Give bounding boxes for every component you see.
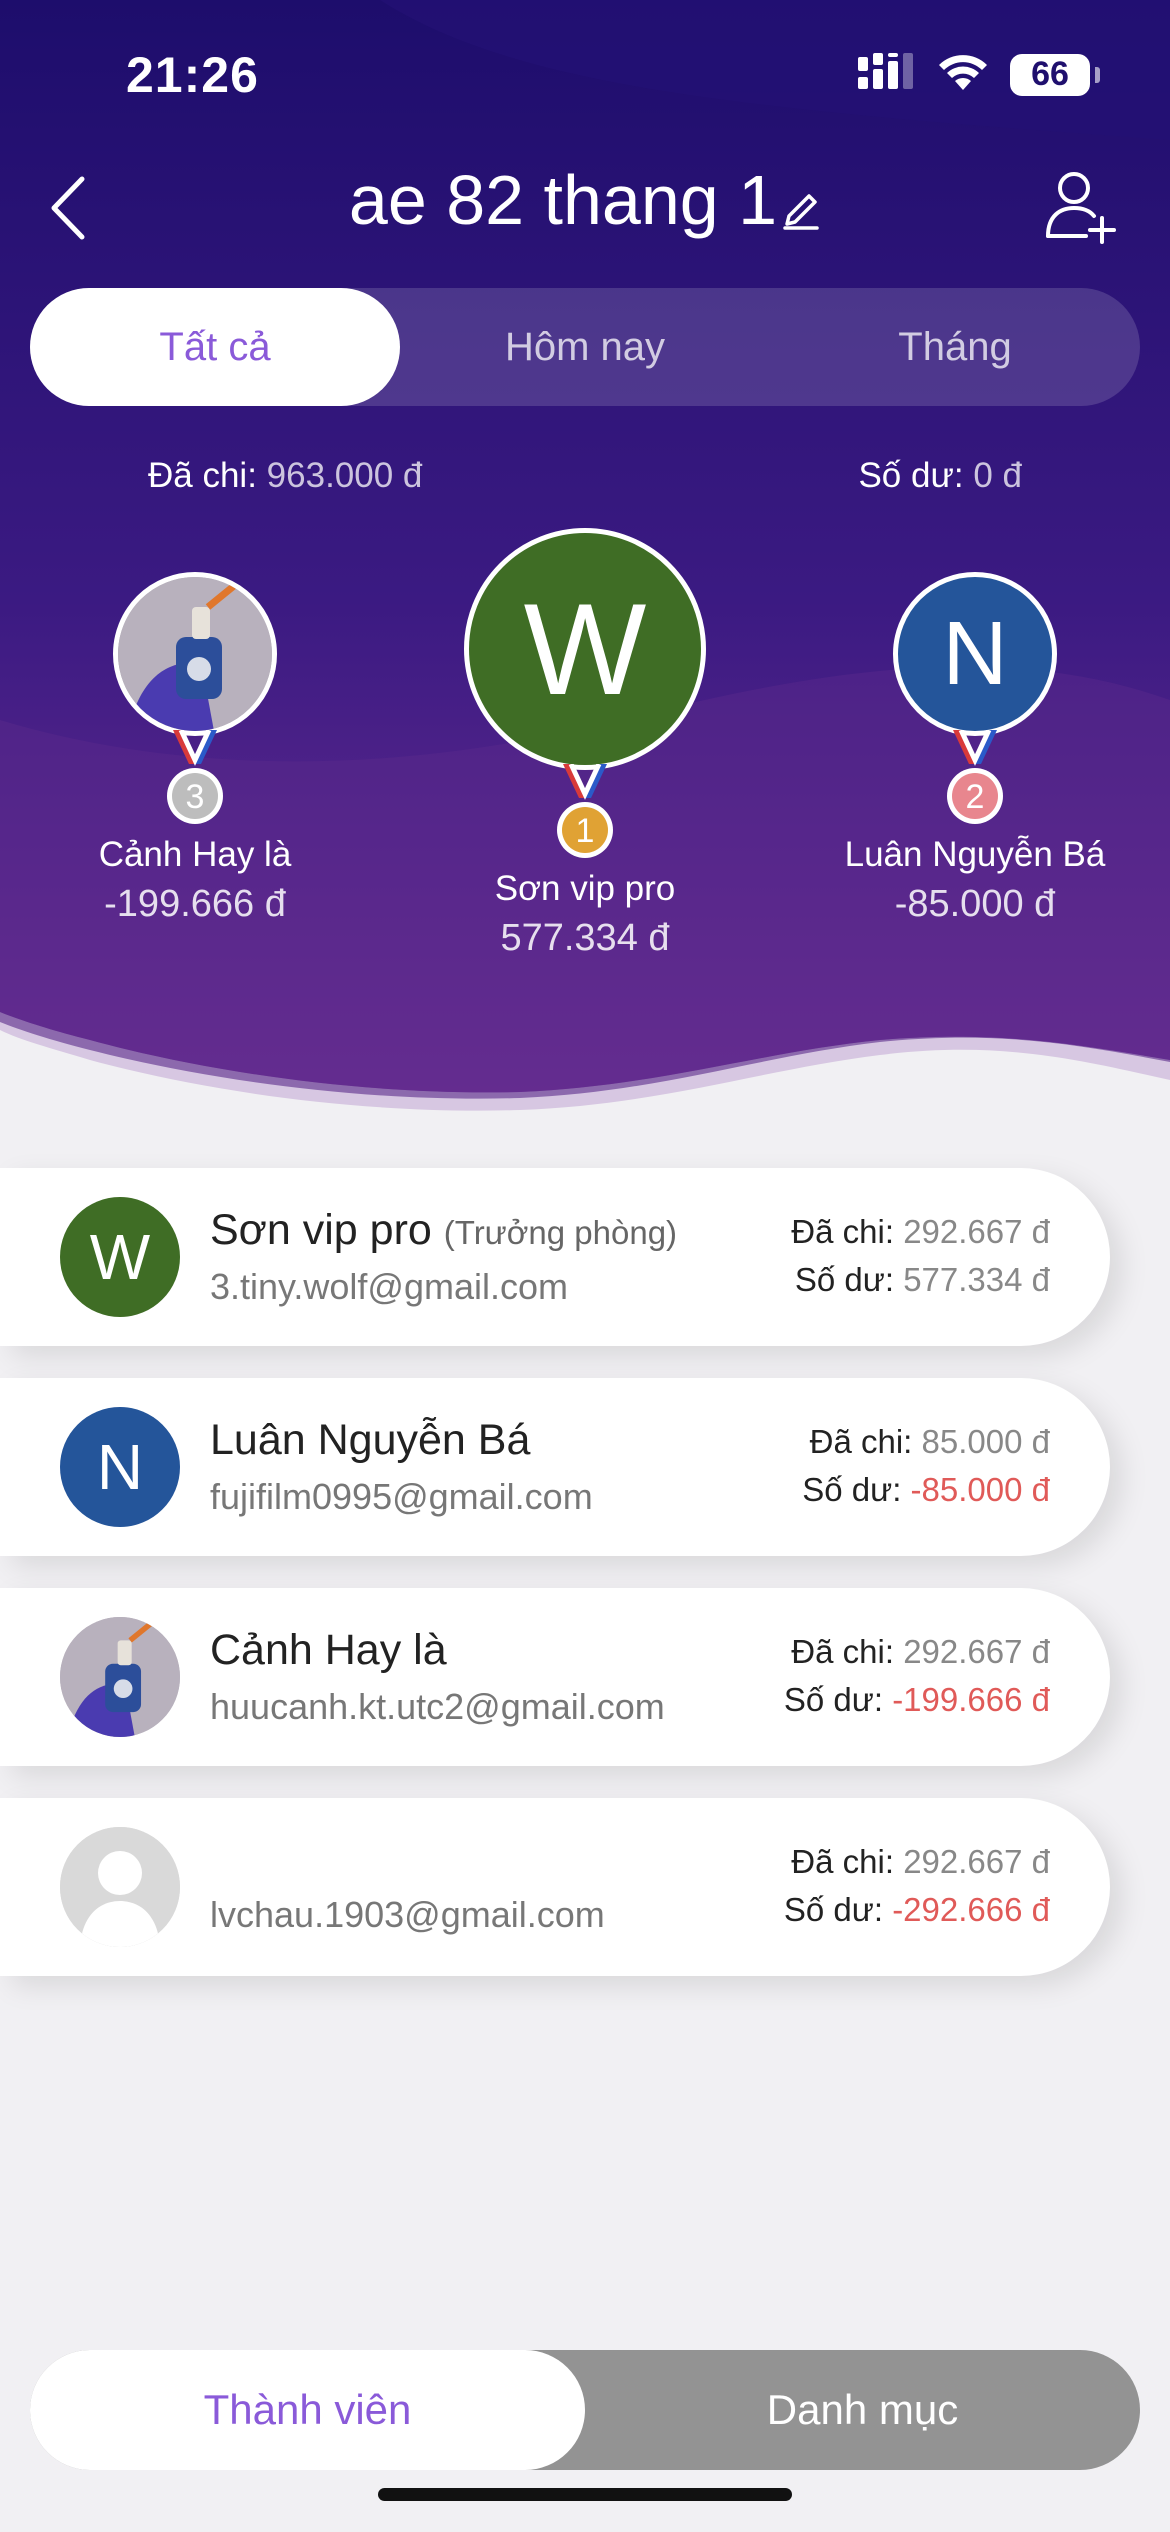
tab-members[interactable]: Thành viên bbox=[30, 2350, 585, 2470]
signal-icon bbox=[858, 53, 916, 96]
member-stats: Đã chi: 85.000 đ Số dư: -85.000 đ bbox=[802, 1418, 1050, 1514]
spent-label: Đã chi: bbox=[791, 1843, 895, 1880]
balance-label: Số dư: bbox=[794, 1261, 895, 1298]
title-area: ae 82 thang 1 bbox=[0, 160, 1170, 240]
member-avatar: W bbox=[60, 1197, 180, 1317]
podium-rank-3[interactable]: 3 Cảnh Hay là -199.666 đ bbox=[40, 572, 350, 926]
balance-value: 577.334 đ bbox=[903, 1261, 1050, 1298]
status-icons: 66 bbox=[858, 52, 1100, 97]
balance-label: Số dư: bbox=[783, 1891, 884, 1928]
avatar-initial: W bbox=[523, 576, 647, 722]
member-stats: Đã chi: 292.667 đ Số dư: -199.666 đ bbox=[784, 1628, 1050, 1724]
member-card[interactable]: W Sơn vip pro (Trưởng phòng) 3.tiny.wolf… bbox=[0, 1168, 1110, 1346]
edit-pencil-icon[interactable] bbox=[781, 190, 821, 235]
status-time: 21:26 bbox=[126, 47, 259, 103]
podium-amount: -199.666 đ bbox=[104, 883, 286, 925]
member-name: Luân Nguyễn Bá bbox=[210, 1416, 531, 1464]
total-balance: Số dư: 0 đ bbox=[858, 456, 1022, 496]
default-avatar-icon bbox=[60, 1827, 180, 1947]
podium-rank-2[interactable]: N 2 Luân Nguyễn Bá -85.000 đ bbox=[820, 572, 1130, 926]
battery-icon: 66 bbox=[1010, 53, 1100, 96]
podium-avatar: W bbox=[464, 528, 706, 770]
add-user-icon bbox=[1046, 172, 1116, 244]
member-name-row: Sơn vip pro (Trưởng phòng) bbox=[210, 1206, 677, 1255]
podium-avatar: N bbox=[893, 572, 1057, 736]
balance-label: Số dư: bbox=[802, 1471, 902, 1508]
spent-label: Đã chi: bbox=[791, 1213, 895, 1250]
rank-number: 3 bbox=[186, 778, 205, 816]
member-avatar: N bbox=[60, 1407, 180, 1527]
wifi-icon bbox=[936, 52, 990, 97]
spent-value: 292.667 đ bbox=[903, 1213, 1050, 1250]
balance-label: Số dư: bbox=[783, 1681, 884, 1718]
member-name: Sơn vip pro bbox=[210, 1206, 432, 1254]
tab-month[interactable]: Tháng bbox=[770, 288, 1140, 406]
member-name: Cảnh Hay là bbox=[210, 1626, 447, 1674]
member-email: lvchau.1903@gmail.com bbox=[210, 1894, 605, 1935]
avatar-initial: N bbox=[942, 603, 1008, 704]
avatar-initial: N bbox=[96, 1431, 144, 1503]
member-card[interactable]: N Luân Nguyễn Bá fujifilm0995@gmail.com … bbox=[0, 1378, 1110, 1556]
period-tabs: Tất cả Hôm nay Tháng bbox=[30, 288, 1140, 406]
member-avatar-photo bbox=[60, 1617, 180, 1737]
member-role: (Trưởng phòng) bbox=[443, 1214, 678, 1251]
podium-amount: 577.334 đ bbox=[500, 917, 670, 959]
home-indicator[interactable] bbox=[378, 2488, 792, 2501]
medal-icon: 2 bbox=[820, 728, 1130, 835]
member-email: fujifilm0995@gmail.com bbox=[210, 1476, 593, 1517]
member-card[interactable]: Cảnh Hay là huucanh.kt.utc2@gmail.com Đã… bbox=[0, 1588, 1110, 1766]
spent-value: 292.667 đ bbox=[903, 1633, 1050, 1670]
podium-rank-1[interactable]: W 1 Sơn vip pro 577.334 đ bbox=[425, 528, 745, 960]
member-stats: Đã chi: 292.667 đ Số dư: -292.666 đ bbox=[784, 1838, 1050, 1934]
avatar-initial: W bbox=[89, 1221, 151, 1293]
podium-name: Cảnh Hay là bbox=[98, 835, 292, 874]
rank-number: 2 bbox=[966, 778, 985, 816]
tab-categories[interactable]: Danh mục bbox=[585, 2350, 1140, 2470]
member-card[interactable]: lvchau.1903@gmail.com Đã chi: 292.667 đ … bbox=[0, 1798, 1110, 1976]
tab-today[interactable]: Hôm nay bbox=[400, 288, 770, 406]
balance-value: -199.666 đ bbox=[892, 1681, 1050, 1718]
page-title: ae 82 thang 1 bbox=[348, 161, 778, 239]
balance-value: -292.666 đ bbox=[892, 1891, 1050, 1928]
add-member-button[interactable] bbox=[1040, 166, 1120, 246]
rank-number: 1 bbox=[576, 812, 595, 850]
spent-label: Đã chi: bbox=[791, 1633, 895, 1670]
podium-amount: -85.000 đ bbox=[894, 883, 1056, 925]
total-spent-value: 963.000 đ bbox=[266, 456, 423, 495]
member-email: huucanh.kt.utc2@gmail.com bbox=[210, 1686, 665, 1727]
total-balance-value: 0 đ bbox=[973, 456, 1022, 495]
podium-name: Luân Nguyễn Bá bbox=[844, 835, 1106, 874]
podium-name: Sơn vip pro bbox=[494, 869, 676, 908]
total-spent-label: Đã chi: bbox=[148, 456, 257, 495]
total-balance-label: Số dư: bbox=[858, 456, 964, 495]
medal-icon: 3 bbox=[40, 728, 350, 835]
spent-value: 85.000 đ bbox=[921, 1423, 1050, 1460]
member-stats: Đã chi: 292.667 đ Số dư: 577.334 đ bbox=[791, 1208, 1050, 1304]
podium-avatar-photo bbox=[113, 572, 277, 736]
medal-icon: 1 bbox=[425, 762, 745, 869]
bottom-tabs: Thành viên Danh mục bbox=[30, 2350, 1140, 2470]
total-spent: Đã chi: 963.000 đ bbox=[148, 456, 422, 496]
spent-label: Đã chi: bbox=[809, 1423, 913, 1460]
spent-value: 292.667 đ bbox=[903, 1843, 1050, 1880]
battery-level: 66 bbox=[1031, 55, 1069, 93]
tab-all[interactable]: Tất cả bbox=[30, 288, 400, 406]
balance-value: -85.000 đ bbox=[910, 1471, 1050, 1508]
member-email: 3.tiny.wolf@gmail.com bbox=[210, 1266, 568, 1307]
